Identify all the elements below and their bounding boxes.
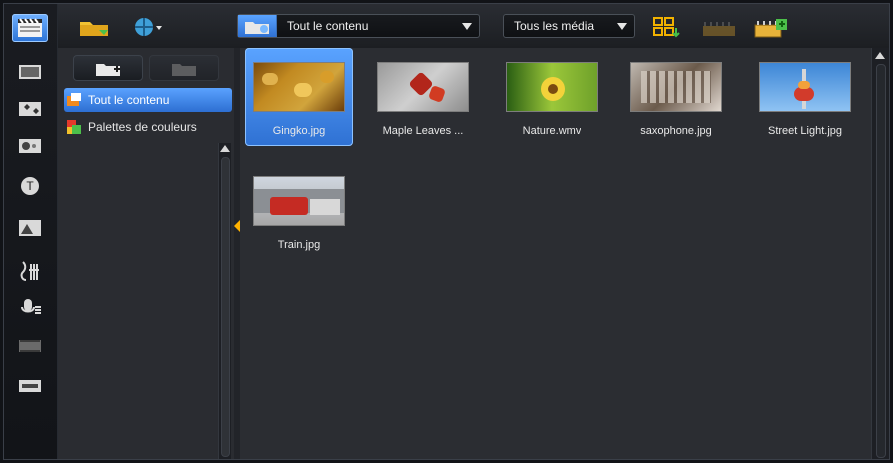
add-to-timeline-icon[interactable]: [752, 13, 790, 41]
add-folder-button[interactable]: [73, 55, 143, 81]
media-filter-value: Tous les média: [514, 19, 595, 33]
audio-icon[interactable]: [12, 257, 48, 285]
thumbnail-saxophone: [630, 62, 722, 112]
thumb-item[interactable]: Gingko.jpg: [245, 48, 353, 146]
record-icon[interactable]: [12, 294, 48, 322]
timeline-disabled-icon: [701, 14, 737, 40]
tree-item-label: Tout le contenu: [88, 93, 170, 107]
thumb-label: Gingko.jpg: [272, 125, 326, 137]
thumbnail-gingko: [253, 62, 345, 112]
folder-actions: [73, 55, 219, 83]
library-folder-icon: [238, 15, 277, 37]
svg-text:T: T: [26, 179, 34, 193]
thumb-item[interactable]: Maple Leaves ...: [369, 48, 477, 146]
library-dropdown[interactable]: Tout le contenu: [237, 14, 480, 38]
tree-item-label: Palettes de couleurs: [88, 120, 197, 134]
tree-item-color-palettes[interactable]: Palettes de couleurs: [64, 115, 232, 139]
library-item-icon: [67, 93, 81, 107]
scroll-thumb[interactable]: [221, 157, 230, 457]
tree-scrollbar[interactable]: [218, 143, 231, 459]
remove-folder-button[interactable]: [149, 55, 219, 81]
title-icon[interactable]: T: [12, 172, 48, 200]
chevron-down-icon: [617, 23, 627, 30]
thumb-item[interactable]: Train.jpg: [245, 162, 353, 260]
thumb-label: saxophone.jpg: [640, 125, 712, 137]
thumb-label: Nature.wmv: [522, 125, 582, 137]
tree-item-all-content[interactable]: Tout le contenu: [64, 88, 232, 112]
thumb-label: Street Light.jpg: [768, 125, 842, 137]
scroll-up-icon[interactable]: [875, 52, 885, 59]
motion-icon[interactable]: [12, 332, 48, 360]
thumbnail-nature: [506, 62, 598, 112]
thumbnail-maple-leaves: [377, 62, 469, 112]
content-grid: Gingko.jpg Maple Leaves ... Nature.wmv s…: [240, 48, 871, 459]
left-toolbar: T: [4, 4, 58, 459]
chevron-down-icon: [462, 23, 472, 30]
instant-project-icon[interactable]: [12, 58, 48, 86]
library-tree-panel: Tout le contenu Palettes de couleurs: [58, 48, 235, 459]
thumb-item[interactable]: Street Light.jpg: [751, 48, 859, 146]
top-toolbar: Tout le contenu Tous les média: [58, 4, 889, 49]
thumb-item[interactable]: Nature.wmv: [498, 48, 606, 146]
scroll-up-icon[interactable]: [220, 145, 230, 152]
subtitle-icon[interactable]: [12, 372, 48, 400]
content-scrollbar[interactable]: [871, 48, 889, 459]
graphics-icon[interactable]: [12, 214, 48, 242]
import-folder-icon[interactable]: [77, 15, 111, 39]
transition-icon[interactable]: [12, 95, 48, 123]
scroll-thumb[interactable]: [876, 64, 886, 458]
thumb-item[interactable]: saxophone.jpg: [622, 48, 730, 146]
sort-grid-icon[interactable]: [650, 14, 682, 40]
thumbnail-train: [253, 176, 345, 226]
web-icon[interactable]: [132, 14, 166, 40]
media-filter-dropdown[interactable]: Tous les média: [503, 14, 635, 38]
filter-icon[interactable]: [12, 132, 48, 160]
thumb-label: Train.jpg: [277, 239, 321, 251]
library-dropdown-value: Tout le contenu: [287, 19, 369, 33]
thumb-label: Maple Leaves ...: [382, 125, 464, 137]
color-palette-icon: [67, 120, 81, 134]
thumbnail-street-light: [759, 62, 851, 112]
media-library-icon[interactable]: [12, 14, 48, 42]
